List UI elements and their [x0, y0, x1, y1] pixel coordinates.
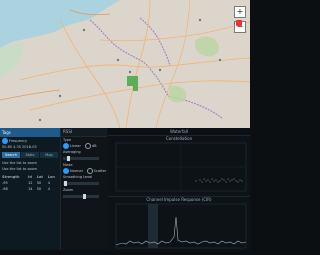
cell-lat: 50: [36, 187, 42, 191]
waterfall-strip[interactable]: Waterfall: [108, 128, 250, 143]
constellation-plot[interactable]: Constellation: [108, 136, 250, 194]
averaging-label: Averaging: [63, 150, 81, 154]
smoothing-slider[interactable]: [63, 181, 99, 186]
controls-panel: RSSI Type Linear dB Averaging Mode Norma…: [61, 128, 107, 250]
tab-search[interactable]: Search: [2, 152, 20, 158]
cell-id: 14: [28, 187, 33, 191]
tags-table: Strength Id Lat Lon -95 12 50 4 -98 14 5…: [1, 174, 59, 192]
tab-map[interactable]: Map: [40, 152, 58, 158]
zoom-in-button[interactable]: +: [234, 6, 246, 18]
cir-graphic: [115, 203, 247, 249]
zoom-slider[interactable]: [63, 194, 99, 199]
map-view[interactable]: + −: [0, 0, 250, 128]
table-row[interactable]: -98 14 50 4: [1, 186, 59, 192]
zoom-label: Zoom: [63, 188, 74, 192]
cir-title: Channel Impulse Response (CIR): [146, 197, 212, 202]
coverage-cell[interactable]: [127, 76, 138, 86]
cell-lon: 4: [47, 187, 50, 191]
receiver-panel: Tags Frequency 50.85 4.35 2018-03 Search…: [0, 128, 61, 250]
hint-2: Use the list to zoom: [2, 167, 37, 171]
app-window: + − Tags Frequency 50.85 4.35 2018-03 Se…: [0, 0, 250, 251]
map-canvas[interactable]: [0, 0, 250, 128]
smoothing-label: Smoothing Level: [63, 175, 93, 179]
cir-plot[interactable]: Channel Impulse Response (CIR): [108, 196, 250, 251]
controls-title: RSSI: [61, 128, 107, 137]
plots-panel: Waterfall Constellation Channel Impulse …: [108, 128, 250, 251]
waterfall-title: Waterfall: [170, 129, 188, 134]
radio-db[interactable]: dB: [84, 143, 97, 149]
constellation-graphic: [115, 142, 247, 192]
location-marker[interactable]: [236, 20, 242, 26]
left-tabs: Search Stats Map: [2, 152, 58, 158]
bottom-dock: Tags Frequency 50.85 4.35 2018-03 Search…: [0, 128, 250, 251]
coords-readout: 50.85 4.35 2018-03: [2, 145, 37, 149]
averaging-slider[interactable]: [63, 156, 99, 161]
constellation-title: Constellation: [165, 136, 193, 141]
cell-strength: -98: [2, 187, 8, 191]
receiver-header: Tags: [0, 128, 60, 137]
tab-stats[interactable]: Stats: [21, 152, 39, 158]
